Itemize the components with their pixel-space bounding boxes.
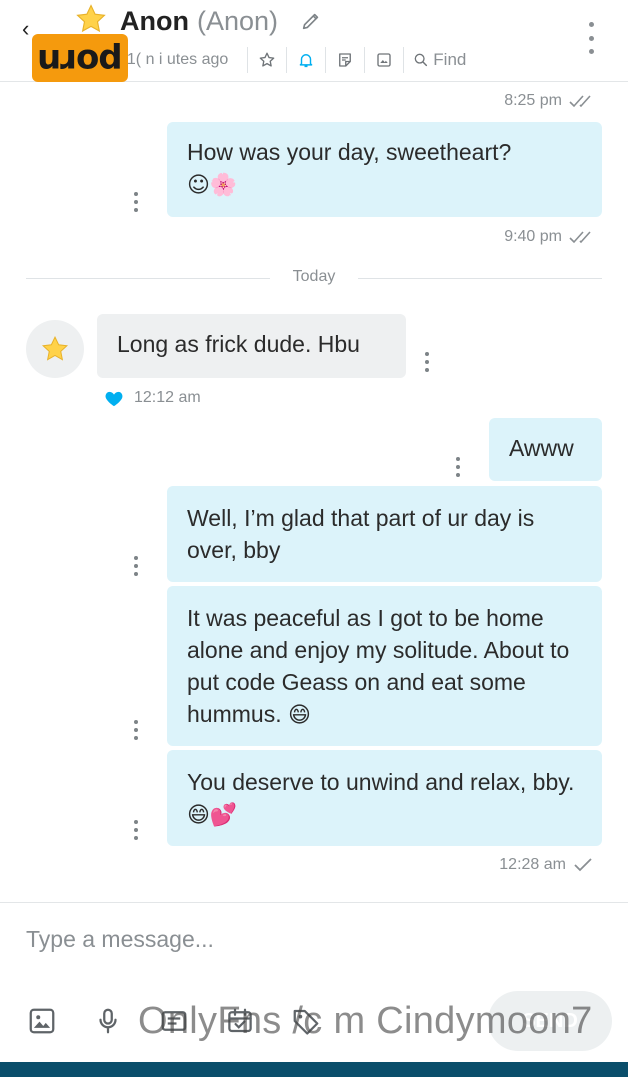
message-composer: SEND <box>0 902 628 1077</box>
image-icon[interactable] <box>26 1005 58 1037</box>
message-timestamp: 12:12 am <box>104 389 201 407</box>
contact-username: (Anon) <box>196 5 279 36</box>
note-icon[interactable] <box>335 50 355 70</box>
outgoing-message[interactable]: Awww <box>489 418 602 481</box>
pencil-icon[interactable] <box>300 10 322 32</box>
contact-display-name[interactable]: Anon <box>120 6 189 37</box>
message-text: Long as frick dude. Hbu <box>117 331 360 357</box>
media-icon[interactable] <box>374 50 394 70</box>
divider <box>364 47 366 73</box>
vertical-dots-icon[interactable] <box>580 22 602 54</box>
message-text: How was your day, sweetheart? <box>187 139 512 165</box>
divider <box>286 47 288 73</box>
header-toolbar: r.1( n i utes ago Find <box>118 46 466 74</box>
star-icon[interactable] <box>257 50 277 70</box>
double-check-icon <box>569 231 591 244</box>
message-options-icon[interactable] <box>133 820 139 840</box>
message-options-icon[interactable] <box>133 556 139 576</box>
message-emoji: 😄 <box>287 703 311 728</box>
arrow-left-icon[interactable]: ‹ <box>22 18 29 40</box>
message-input[interactable] <box>26 921 596 957</box>
divider <box>403 47 405 73</box>
check-icon <box>574 858 592 872</box>
outgoing-message[interactable]: How was your day, sweetheart? ☺🌸 <box>167 122 602 217</box>
avatar[interactable] <box>26 320 84 378</box>
find-label: Find <box>433 50 467 69</box>
message-emoji: ☺🌸 <box>187 173 238 198</box>
find-button[interactable]: Find <box>413 50 466 70</box>
incoming-message[interactable]: Long as frick dude. Hbu <box>97 314 406 378</box>
message-options-icon[interactable] <box>424 352 430 372</box>
outgoing-message[interactable]: Well, I’m glad that part of ur day is ov… <box>167 486 602 582</box>
outgoing-message[interactable]: You deserve to unwind and relax, bby. 😄💕 <box>167 750 602 846</box>
search-icon <box>414 53 428 67</box>
heart-icon[interactable] <box>104 389 124 407</box>
day-label: Today <box>292 268 336 285</box>
message-text: Awww <box>509 435 574 461</box>
outgoing-message[interactable]: It was peaceful as I got to be home alon… <box>167 586 602 746</box>
last-seen-status: r.1( n i utes ago <box>118 51 229 68</box>
bell-icon[interactable] <box>296 50 316 70</box>
double-check-icon <box>569 95 591 108</box>
chat-header: ‹ Anon (Anon) r.1( n i utes ago Find por… <box>0 0 628 82</box>
message-emoji: 😄💕 <box>187 803 238 828</box>
message-timestamp: 9:40 pm <box>504 228 598 246</box>
message-options-icon[interactable] <box>133 720 139 740</box>
divider <box>325 47 327 73</box>
contact-name-row: Anon (Anon) <box>120 4 322 38</box>
star-icon <box>41 335 69 361</box>
message-timestamp: 12:28 am <box>499 856 594 874</box>
divider <box>247 47 249 73</box>
star-icon[interactable] <box>74 2 108 36</box>
message-text: Well, I’m glad that part of ur day is ov… <box>187 505 535 563</box>
watermark-logo: porn <box>32 34 128 82</box>
message-text: It was peaceful as I got to be home alon… <box>187 605 570 727</box>
message-text: You deserve to unwind and relax, bby. <box>187 769 575 795</box>
message-timestamp: 8:25 pm <box>504 92 598 110</box>
message-options-icon[interactable] <box>133 192 139 212</box>
message-options-icon[interactable] <box>455 457 461 477</box>
day-divider: Today <box>26 266 602 290</box>
microphone-icon[interactable] <box>92 1005 124 1037</box>
bottom-bar <box>0 1062 628 1077</box>
watermark-text: OnlyFns /c m Cindymoon7 <box>138 1000 593 1042</box>
